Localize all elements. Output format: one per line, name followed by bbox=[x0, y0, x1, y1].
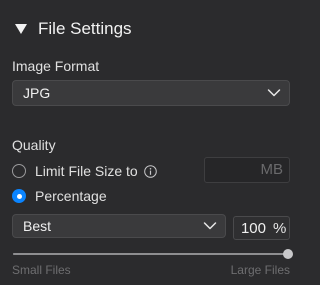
percentage-label: Percentage bbox=[35, 188, 107, 204]
chevron-down-icon bbox=[267, 89, 281, 97]
file-size-unit: MB bbox=[260, 161, 284, 178]
section-header[interactable]: File Settings bbox=[14, 18, 132, 40]
info-icon[interactable] bbox=[143, 164, 157, 178]
slider-max-label: Large Files bbox=[230, 263, 290, 277]
disclosure-triangle-icon[interactable] bbox=[14, 23, 28, 35]
chevron-down-icon bbox=[203, 222, 217, 230]
quality-slider-fill bbox=[13, 253, 288, 255]
limit-file-size-option[interactable]: Limit File Size to bbox=[12, 163, 157, 179]
image-format-select[interactable]: JPG bbox=[12, 80, 290, 106]
image-format-label: Image Format bbox=[12, 58, 100, 74]
quality-percent-value: 100 bbox=[240, 219, 266, 237]
file-size-input[interactable]: MB bbox=[204, 157, 290, 183]
image-format-value: JPG bbox=[23, 85, 51, 101]
limit-file-size-label: Limit File Size to bbox=[35, 163, 138, 179]
quality-slider[interactable] bbox=[13, 249, 293, 259]
quality-percent-input[interactable]: 100 % bbox=[233, 216, 290, 240]
quality-percent-unit: % bbox=[273, 219, 287, 237]
section-title: File Settings bbox=[38, 19, 132, 38]
quality-preset-select[interactable]: Best bbox=[12, 214, 226, 238]
quality-label: Quality bbox=[12, 137, 56, 153]
quality-slider-thumb[interactable] bbox=[283, 249, 293, 259]
quality-preset-value: Best bbox=[23, 218, 52, 234]
percentage-option[interactable]: Percentage bbox=[12, 188, 107, 204]
limit-file-size-radio[interactable] bbox=[12, 164, 26, 178]
file-settings-panel: File Settings Image Format JPG Quality L… bbox=[0, 0, 300, 285]
slider-min-label: Small Files bbox=[12, 263, 71, 277]
percentage-radio[interactable] bbox=[12, 189, 26, 203]
